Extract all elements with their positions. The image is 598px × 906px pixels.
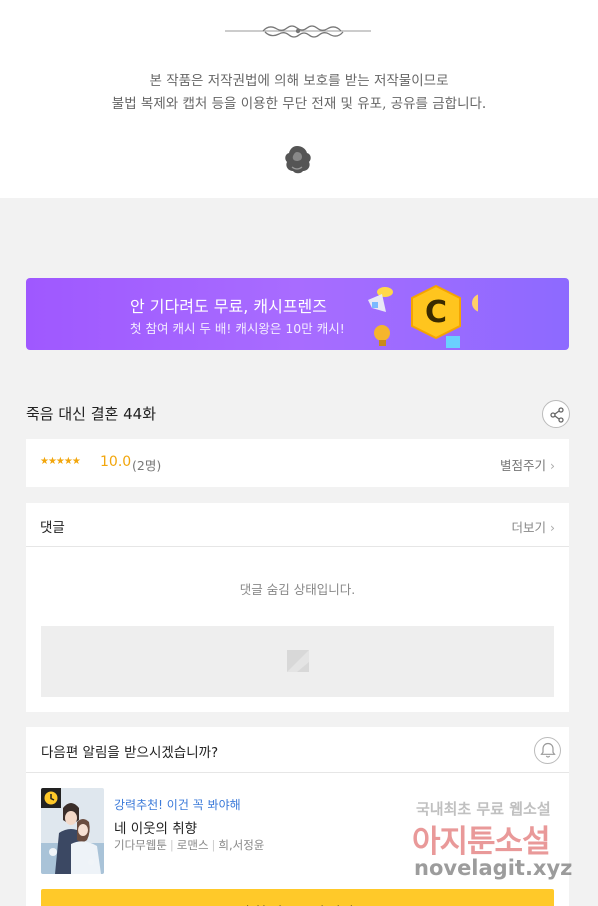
cash-friends-banner[interactable]: 안 기다려도 무료, 캐시프렌즈 첫 참여 캐시 두 배! 캐시왕은 10만 캐…: [26, 278, 569, 350]
copyright-line-1: 본 작품은 저작권법에 의해 보호를 받는 저작물이므로: [149, 73, 449, 89]
clock-icon: [44, 791, 58, 805]
recommendation-title[interactable]: 네 이웃의 취향: [114, 817, 197, 837]
recommendation-meta: 기다무웹툰 | 로맨스 | 희,서정윤: [114, 838, 265, 852]
ornament-divider-icon: [225, 25, 371, 38]
cash-coin-icon: C: [368, 284, 478, 348]
rating-card: ★★★★★ 10.0 (2명) 별점주기 ›: [26, 439, 569, 487]
banner-subtitle: 첫 참여 캐시 두 배! 캐시왕은 10만 캐시!: [130, 321, 345, 336]
bell-icon: [540, 742, 556, 758]
rating-count: (2명): [132, 458, 162, 473]
site-watermark: 국내최초 무료 웹소설 아지툰소설 novelagit.xyz: [408, 798, 580, 890]
copyright-notice: 본 작품은 저작권법에 의해 보호를 받는 저작물이므로 불법 복제와 캡처 등…: [0, 0, 598, 198]
chevron-right-icon: ›: [550, 458, 555, 473]
watermark-line-3: novelagit.xyz: [414, 856, 573, 880]
recommendation-thumbnail[interactable]: [41, 788, 104, 874]
rating-stars: ★★★★★: [40, 456, 81, 467]
meta-author: 희,서정윤: [218, 838, 265, 852]
comments-header: 댓글 더보기 ›: [26, 503, 569, 547]
copyright-line-2: 불법 복제와 캡처 등을 이용한 무단 전재 및 유포, 공유를 금합니다.: [111, 96, 487, 112]
rating-score: 10.0: [100, 454, 132, 470]
wait-free-badge: [41, 788, 61, 808]
comments-hidden-message: 댓글 숨김 상태입니다.: [239, 582, 356, 597]
comments-card: 댓글 더보기 › 댓글 숨김 상태입니다.: [26, 503, 569, 712]
rate-button[interactable]: 별점주기 ›: [500, 455, 555, 474]
ad-placeholder[interactable]: [41, 626, 554, 697]
more-label: 더보기: [511, 520, 547, 535]
chevron-right-icon: ›: [550, 520, 555, 535]
recommendation-tag[interactable]: 강력추천! 이건 꼭 봐야해: [114, 796, 241, 813]
next-episode-question: 다음편 알림을 받으시겠습니까?: [41, 745, 219, 761]
comments-title: 댓글: [40, 520, 65, 536]
meta-genre: 로맨스: [176, 838, 209, 852]
rose-logo-icon: [285, 146, 311, 174]
image-placeholder-icon: [287, 650, 309, 672]
comments-more-button[interactable]: 더보기 ›: [512, 517, 556, 536]
notification-bell-button[interactable]: [534, 737, 561, 764]
meta-category: 기다무웹툰: [114, 838, 167, 852]
next-episode-header: 다음편 알림을 받으시겠습니까?: [26, 727, 569, 773]
see-recommendations-button[interactable]: 추천 작품 보러 가기: [41, 889, 554, 906]
share-icon: [550, 407, 564, 423]
svg-text:C: C: [425, 295, 447, 330]
rate-label: 별점주기: [500, 458, 547, 473]
banner-title: 안 기다려도 무료, 캐시프렌즈: [130, 297, 327, 316]
watermark-line-2: 아지툰소설: [412, 824, 551, 860]
share-button[interactable]: [542, 400, 570, 428]
episode-title: 죽음 대신 결혼 44화: [26, 405, 156, 423]
